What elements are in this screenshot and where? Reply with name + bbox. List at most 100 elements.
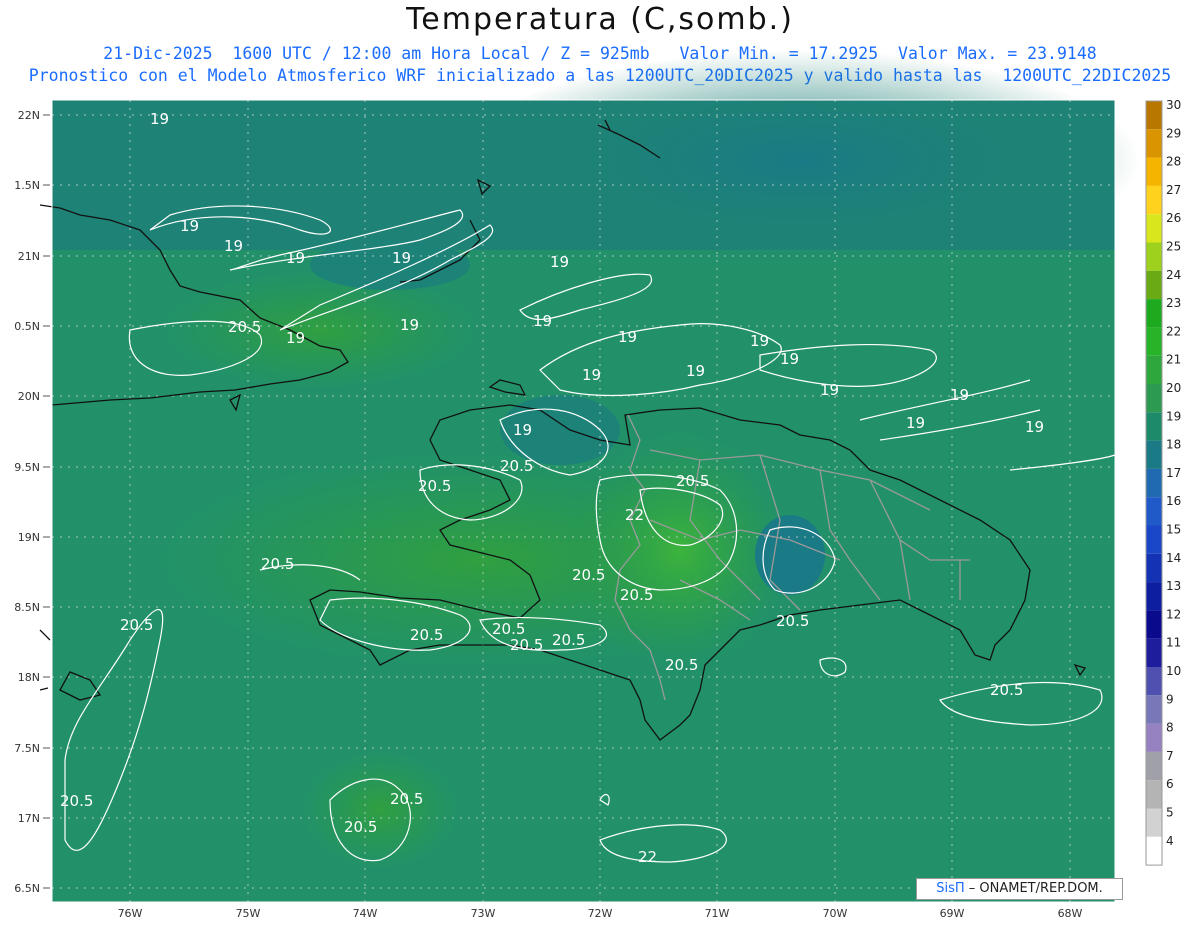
colorbar-swatch <box>1146 525 1162 554</box>
lon-label: 73W <box>471 907 496 920</box>
sis-logo-text: SisΠ <box>936 881 965 896</box>
colorbar-label: 17 <box>1166 466 1181 480</box>
colorbar-swatch <box>1146 299 1162 328</box>
colorbar-label: 11 <box>1166 636 1181 650</box>
cool-bahamas-patch <box>310 240 470 290</box>
contour-label: 20.5 <box>418 477 451 495</box>
cool-north-area <box>460 50 1140 270</box>
contour-label: 20.5 <box>510 636 543 654</box>
colorbar-swatch <box>1146 270 1162 300</box>
contour-label: 20.5 <box>665 656 698 674</box>
contour-label: 19 <box>400 316 419 334</box>
contour-label: 19 <box>1025 418 1044 436</box>
lon-label: 69W <box>940 907 965 920</box>
colorbar-swatch <box>1146 497 1162 526</box>
contour-label: 20.5 <box>261 555 294 573</box>
warm-south-area <box>300 750 460 870</box>
contour-label: 20.5 <box>120 616 153 634</box>
contour-label: 20.5 <box>390 790 423 808</box>
lat-label: 20N <box>18 390 40 403</box>
contour-label: 20.5 <box>776 612 809 630</box>
lon-label: 72W <box>588 907 613 920</box>
colorbar-label: 5 <box>1166 806 1174 820</box>
colorbar-swatch <box>1146 412 1162 441</box>
colorbar: 30 29 28 27 26 25 24 23 22 21 20 19 18 17 16 15 14 13 12 11… <box>1145 98 1181 866</box>
colorbar-label: 18 <box>1166 438 1181 452</box>
credit-box: SisΠ – ONAMET/REP.DOM. <box>916 878 1123 900</box>
colorbar-label: 8 <box>1166 721 1174 735</box>
colorbar-swatch <box>1146 129 1162 158</box>
colorbar-swatch <box>1146 808 1162 837</box>
contour-label: 20.5 <box>228 318 261 336</box>
colorbar-swatch <box>1146 440 1162 469</box>
colorbar-swatch <box>1146 468 1162 498</box>
contour-label: 19 <box>582 366 601 384</box>
contour-label: 20.5 <box>620 586 653 604</box>
contour-label: 20.5 <box>676 472 709 490</box>
colorbar-label: 15 <box>1166 523 1181 537</box>
colorbar-swatch <box>1146 242 1162 271</box>
colorbar-label: 23 <box>1166 296 1181 310</box>
contour-label: 19 <box>150 110 169 128</box>
lat-label: 9.5N <box>14 461 40 474</box>
colorbar-swatch <box>1146 157 1162 186</box>
contour-label: 19 <box>750 332 769 350</box>
lat-label: 17N <box>18 812 40 825</box>
contour-label: 19 <box>906 414 925 432</box>
colorbar-swatch <box>1146 695 1162 724</box>
lat-label: 19N <box>18 531 40 544</box>
colorbar-label: 28 <box>1166 155 1181 169</box>
lat-label: 1.5N <box>14 179 40 192</box>
colorbar-swatch <box>1146 780 1162 809</box>
colorbar-label: 26 <box>1166 211 1181 225</box>
colorbar-swatch <box>1146 610 1162 639</box>
temperature-map: 19 19 19 19 19 19 19 19 19 19 19 19 19 1… <box>14 50 1181 920</box>
colorbar-label: 27 <box>1166 183 1181 197</box>
colorbar-swatch <box>1146 836 1162 866</box>
colorbar-label: 12 <box>1166 607 1181 621</box>
colorbar-swatch <box>1146 101 1162 130</box>
contour-label: 19 <box>686 362 705 380</box>
latitude-labels: 22N 1.5N 21N 0.5N 20N 9.5N 19N 8.5N 18N … <box>14 109 40 895</box>
colorbar-swatch <box>1146 355 1162 384</box>
colorbar-label: 21 <box>1166 353 1181 367</box>
contour-label: 20.5 <box>60 792 93 810</box>
contour-label: 19 <box>286 249 305 267</box>
colorbar-swatch <box>1146 384 1162 413</box>
colorbar-swatch <box>1146 723 1162 752</box>
colorbar-label: 29 <box>1166 126 1181 140</box>
colorbar-label: 4 <box>1166 834 1174 848</box>
colorbar-label: 7 <box>1166 749 1174 763</box>
contour-label: 19 <box>224 237 243 255</box>
lat-label: 7.5N <box>14 742 40 755</box>
colorbar-label: 16 <box>1166 494 1181 508</box>
contour-label: 19 <box>780 350 799 368</box>
contour-label: 20.5 <box>344 818 377 836</box>
contour-label: 19 <box>180 217 199 235</box>
colorbar-swatch <box>1146 582 1162 611</box>
lat-ticks <box>43 114 50 889</box>
lon-label: 71W <box>705 907 730 920</box>
contour-label: 19 <box>533 312 552 330</box>
lat-label: 22N <box>18 109 40 122</box>
colorbar-label: 19 <box>1166 409 1181 423</box>
lon-label: 74W <box>353 907 378 920</box>
colorbar-label: 24 <box>1166 268 1181 282</box>
contour-label: 20.5 <box>572 566 605 584</box>
lat-label: 18N <box>18 671 40 684</box>
contour-label: 22 <box>625 506 644 524</box>
colorbar-label: 9 <box>1166 692 1174 706</box>
colorbar-swatch <box>1146 214 1162 243</box>
contour-label: 19 <box>392 249 411 267</box>
colorbar-label: 13 <box>1166 579 1181 593</box>
contour-label: 19 <box>550 253 569 271</box>
colorbar-swatch <box>1146 667 1162 696</box>
lat-label: 8.5N <box>14 601 40 614</box>
contour-label: 19 <box>950 386 969 404</box>
colorbar-label: 6 <box>1166 777 1174 791</box>
longitude-labels: 76W 75W 74W 73W 72W 71W 70W 69W 68W <box>118 907 1083 920</box>
colorbar-label: 30 <box>1166 98 1181 112</box>
colorbar-swatch <box>1146 638 1162 667</box>
lon-label: 70W <box>823 907 848 920</box>
colorbar-label: 14 <box>1166 551 1181 565</box>
